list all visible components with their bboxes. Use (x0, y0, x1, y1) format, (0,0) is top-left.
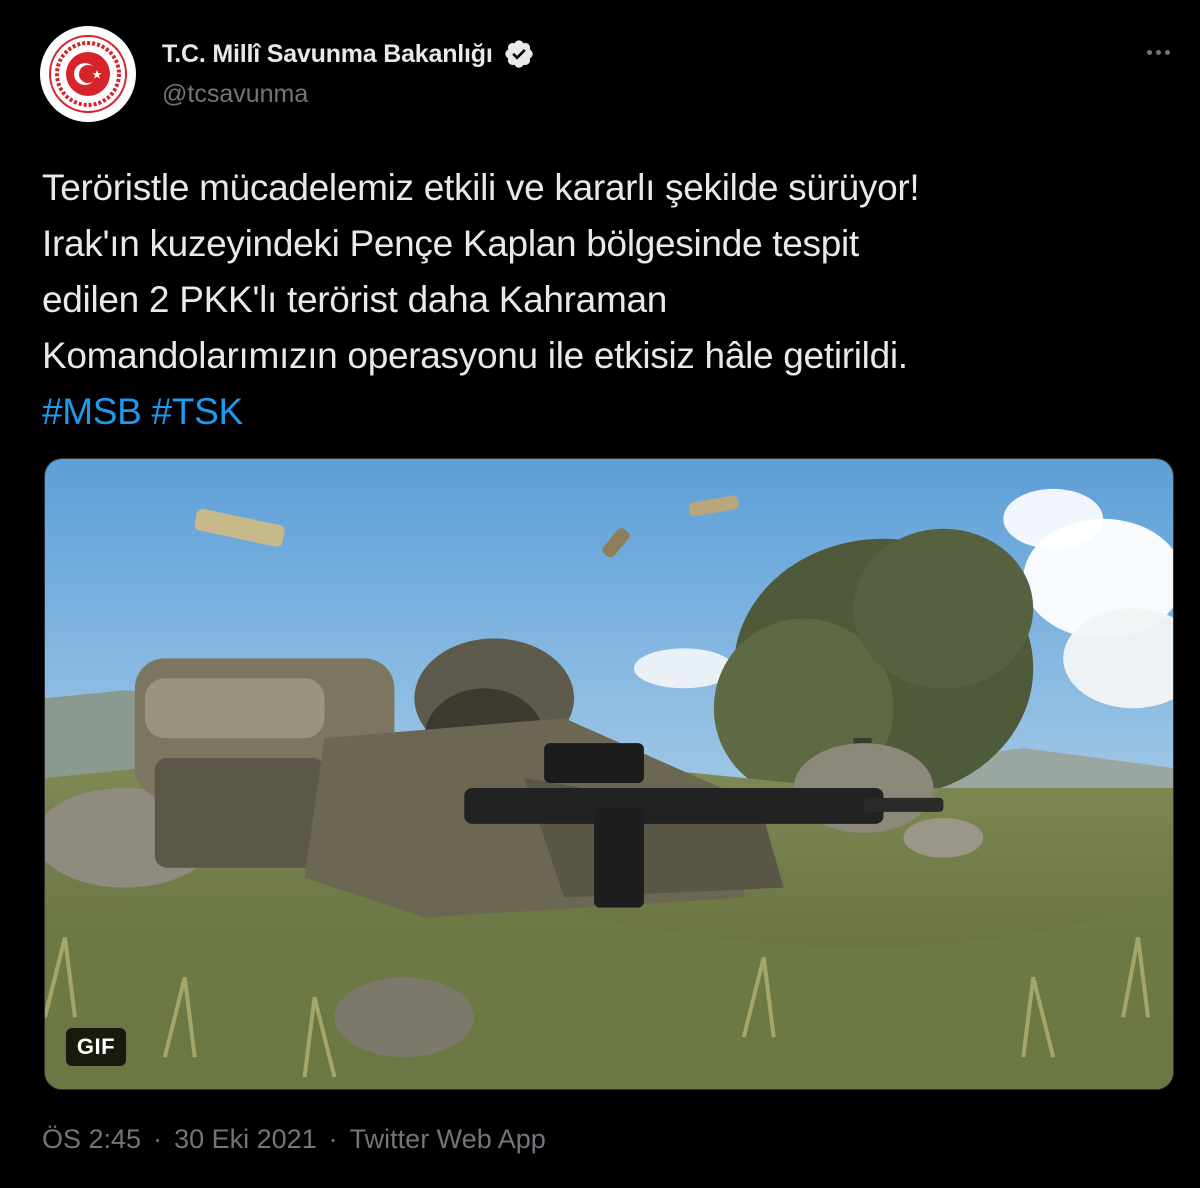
hashtag-msb[interactable]: #MSB (42, 391, 142, 432)
tweet-text-line: edilen 2 PKK'lı terörist daha Kahraman (42, 279, 668, 320)
tweet-time[interactable]: ÖS 2:45 (42, 1124, 141, 1155)
verified-badge-icon (504, 40, 533, 68)
tweet-text-line: Irak'ın kuzeyindeki Pençe Kaplan bölgesi… (42, 223, 859, 264)
meta-separator: · (328, 1124, 338, 1154)
tweet-text: Teröristle mücadelemiz etkili ve kararlı… (42, 160, 1172, 440)
tweet-date[interactable]: 30 Eki 2021 (174, 1124, 317, 1155)
tweet-text-line: Komandolarımızın operasyonu ile etkisiz … (42, 335, 908, 376)
tweet-media-gif[interactable] (44, 458, 1174, 1090)
tweet-card: T.C. Millî Savunma Bakanlığı @tcsavunma … (0, 0, 1200, 1188)
meta-separator: · (153, 1124, 163, 1154)
tweet-source[interactable]: Twitter Web App (350, 1124, 546, 1155)
gif-badge: GIF (66, 1028, 126, 1066)
author-handle[interactable]: @tcsavunma (162, 80, 308, 109)
hashtag-line: #MSB #TSK (42, 384, 1172, 440)
tweet-meta: ÖS 2:45 · 30 Eki 2021 · Twitter Web App (42, 1124, 546, 1155)
author-name-row: T.C. Millî Savunma Bakanlığı (162, 38, 535, 70)
hashtag-tsk[interactable]: #TSK (152, 391, 244, 432)
more-options-icon[interactable] (1142, 40, 1174, 64)
ministry-emblem-icon (49, 35, 127, 113)
author-display-name[interactable]: T.C. Millî Savunma Bakanlığı (162, 40, 493, 69)
avatar[interactable] (40, 26, 136, 122)
tweet-text-line: Teröristle mücadelemiz etkili ve kararlı… (42, 167, 920, 208)
soldier-scene-image (45, 459, 1173, 1089)
